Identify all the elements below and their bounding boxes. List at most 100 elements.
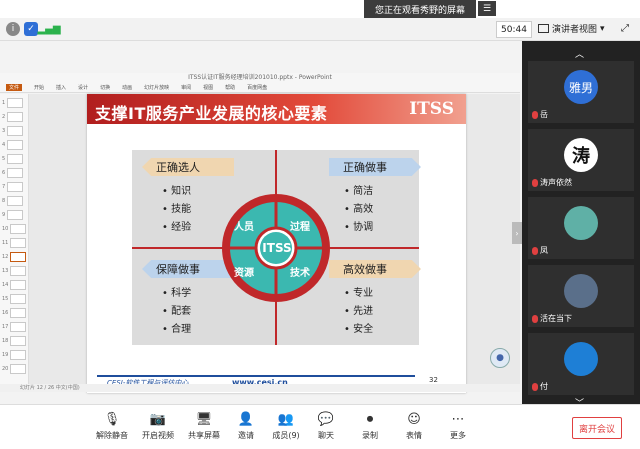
reactions-button[interactable]: ☺ 表情 bbox=[394, 411, 434, 447]
ppt-status-bar: 幻灯片 12 / 26 中文(中国) bbox=[0, 384, 520, 392]
slide-thumbnail-preview bbox=[10, 265, 26, 276]
view-label: 演讲者视图 bbox=[552, 25, 598, 35]
slide-thumbnail-number: 11 bbox=[2, 239, 9, 246]
slide-thumbnail-number: 8 bbox=[2, 197, 6, 204]
footer-rule bbox=[97, 375, 415, 377]
slide-thumbnail[interactable]: 17 bbox=[2, 321, 26, 332]
video-label: 开启视频 bbox=[142, 431, 174, 440]
ppt-menu-item: 动画 bbox=[122, 85, 133, 91]
slide-thumbnail-pane: 1 2 3 4 5 6 7 8 9 10 11 12 13 14 15 16 17 18 19 20 bbox=[0, 94, 29, 384]
speaker-view-button[interactable]: 演讲者视图 ▾ bbox=[538, 21, 608, 36]
avatar: 涛 bbox=[564, 138, 598, 172]
slide-thumbnail-number: 12 bbox=[2, 253, 9, 260]
more-label: 更多 bbox=[450, 431, 466, 440]
itss-logo: ITSS bbox=[409, 99, 454, 119]
bullet-item: 知识 bbox=[162, 182, 191, 197]
meeting-timer: 50:44 bbox=[496, 21, 532, 38]
slide-thumbnail[interactable]: 5 bbox=[2, 153, 26, 164]
bullet-item: 技能 bbox=[162, 200, 191, 215]
muted-mic-icon bbox=[532, 314, 538, 323]
record-button[interactable]: ⏺ 录制 bbox=[350, 411, 390, 447]
participant-name: 付 bbox=[540, 382, 548, 391]
slide-thumbnail[interactable]: 18 bbox=[2, 335, 26, 346]
participant-tile[interactable]: 凤 bbox=[528, 197, 634, 259]
slide-thumbnail[interactable]: 8 bbox=[2, 195, 26, 206]
meeting-header: i ✓ ▂▄▆ 50:44 演讲者视图 ▾ ⤢ bbox=[0, 18, 640, 41]
meeting-toolbar: 🎙 解除静音 📷 开启视频 🖥 共享屏幕 👤 邀请 👥 成员(9) 💬 聊天 ⏺… bbox=[0, 404, 640, 449]
info-icon[interactable]: i bbox=[6, 22, 20, 36]
share-screen-icon: 🖥 bbox=[195, 411, 213, 427]
muted-mic-icon bbox=[532, 246, 538, 255]
avatar bbox=[564, 342, 598, 376]
slide-thumbnail[interactable]: 11 bbox=[2, 237, 26, 248]
slide-thumbnail[interactable]: 20 bbox=[2, 363, 26, 374]
share-label: 共享屏幕 bbox=[188, 431, 220, 440]
leave-meeting-button[interactable]: 离开会议 bbox=[572, 417, 622, 439]
members-button[interactable]: 👥 成员(9) bbox=[266, 411, 306, 447]
slide-thumbnail[interactable]: 10 bbox=[2, 223, 26, 234]
record-icon: ⏺ bbox=[366, 411, 374, 427]
slide-thumbnail-number: 5 bbox=[2, 155, 6, 162]
participant-tile[interactable]: 活在当下 bbox=[528, 265, 634, 327]
avatar: 雅男 bbox=[564, 70, 598, 104]
slide-title: 支撑IT服务产业发展的核心要素 bbox=[95, 104, 328, 123]
slide-thumbnail[interactable]: 14 bbox=[2, 279, 26, 290]
slide-thumbnail[interactable]: 15 bbox=[2, 293, 26, 304]
participant-tile[interactable]: 付 bbox=[528, 333, 634, 395]
grid-view-icon bbox=[538, 24, 549, 33]
ring-label-process: 过程 bbox=[290, 222, 310, 233]
slide-thumbnail[interactable]: 7 bbox=[2, 181, 26, 192]
screen-share-notice: 您正在观看秀野的屏幕 bbox=[364, 0, 476, 18]
slide-thumbnail[interactable]: 9 bbox=[2, 209, 26, 220]
ring-label-technology: 技术 bbox=[290, 268, 310, 279]
share-screen-button[interactable]: 🖥 共享屏幕 bbox=[184, 411, 224, 447]
notice-menu-button[interactable]: ☰ bbox=[478, 1, 496, 16]
slide-thumbnail[interactable]: 19 bbox=[2, 349, 26, 360]
video-button[interactable]: 📷 开启视频 bbox=[138, 411, 178, 447]
slide-thumbnail[interactable]: 2 bbox=[2, 111, 26, 122]
slide-thumbnail-preview bbox=[10, 363, 26, 374]
chevron-up-icon[interactable]: ︿ bbox=[575, 47, 584, 60]
participant-tile[interactable]: 雅男 岳 bbox=[528, 61, 634, 123]
bullet-item: 科学 bbox=[162, 284, 191, 299]
ppt-menu-item: 视图 bbox=[203, 85, 214, 91]
slide-thumbnail[interactable]: 16 bbox=[2, 307, 26, 318]
chat-button[interactable]: 💬 聊天 bbox=[306, 411, 346, 447]
unmute-button[interactable]: 🎙 解除静音 bbox=[92, 411, 132, 447]
slide-thumbnail-preview bbox=[7, 181, 24, 192]
fullscreen-button[interactable]: ⤢ bbox=[618, 21, 632, 35]
slide-thumbnail-preview bbox=[10, 251, 26, 262]
bullet-item: 协调 bbox=[344, 218, 373, 233]
slide-thumbnail-number: 7 bbox=[2, 183, 6, 190]
invite-button[interactable]: 👤 邀请 bbox=[226, 411, 266, 447]
slide-thumbnail-preview bbox=[7, 111, 24, 122]
bullet-item: 先进 bbox=[344, 302, 373, 317]
signal-strength-icon[interactable]: ▂▄▆ bbox=[37, 22, 60, 36]
slide-thumbnail[interactable]: 13 bbox=[2, 265, 26, 276]
ring-center-label: ITSS bbox=[262, 241, 292, 255]
avatar bbox=[564, 274, 598, 308]
security-shield-icon[interactable]: ✓ bbox=[24, 22, 38, 36]
more-button[interactable]: ⋯ 更多 bbox=[438, 411, 478, 447]
collapse-panel-handle[interactable]: › bbox=[512, 222, 522, 244]
bullet-item: 配套 bbox=[162, 302, 191, 317]
record-label: 录制 bbox=[362, 431, 378, 440]
slide-thumbnail-preview bbox=[7, 167, 24, 178]
slide-thumbnail[interactable]: 6 bbox=[2, 167, 26, 178]
slide-thumbnail[interactable]: 12 bbox=[2, 251, 26, 262]
slide-thumbnail-preview bbox=[10, 223, 26, 234]
slide-canvas: 支撑IT服务产业发展的核心要素 ITSS 正确选人 知识 技能 经验 正确做事 … bbox=[87, 94, 466, 393]
slide-thumbnail[interactable]: 3 bbox=[2, 125, 26, 136]
slide-thumbnail[interactable]: 1 bbox=[2, 97, 26, 108]
slide-thumbnail-number: 15 bbox=[2, 295, 9, 302]
ppt-workspace: 1 2 3 4 5 6 7 8 9 10 11 12 13 14 15 16 17 18 19 20 支撑IT服务产业… bbox=[0, 94, 520, 393]
slide-thumbnail[interactable]: 4 bbox=[2, 139, 26, 150]
slide-thumbnail-number: 2 bbox=[2, 113, 6, 120]
ppt-ribbon-menu: 文件 开始 插入 设计 切换 动画 幻灯片放映 审阅 视图 帮助 百度网盘 bbox=[0, 83, 520, 93]
slide-thumbnail-number: 14 bbox=[2, 281, 9, 288]
reactions-label: 表情 bbox=[406, 431, 422, 440]
participant-tile[interactable]: 涛 涛声依然 bbox=[528, 129, 634, 191]
slide-thumbnail-number: 10 bbox=[2, 225, 9, 232]
slide-thumbnail-preview bbox=[10, 349, 26, 360]
slide-thumbnail-number: 4 bbox=[2, 141, 6, 148]
